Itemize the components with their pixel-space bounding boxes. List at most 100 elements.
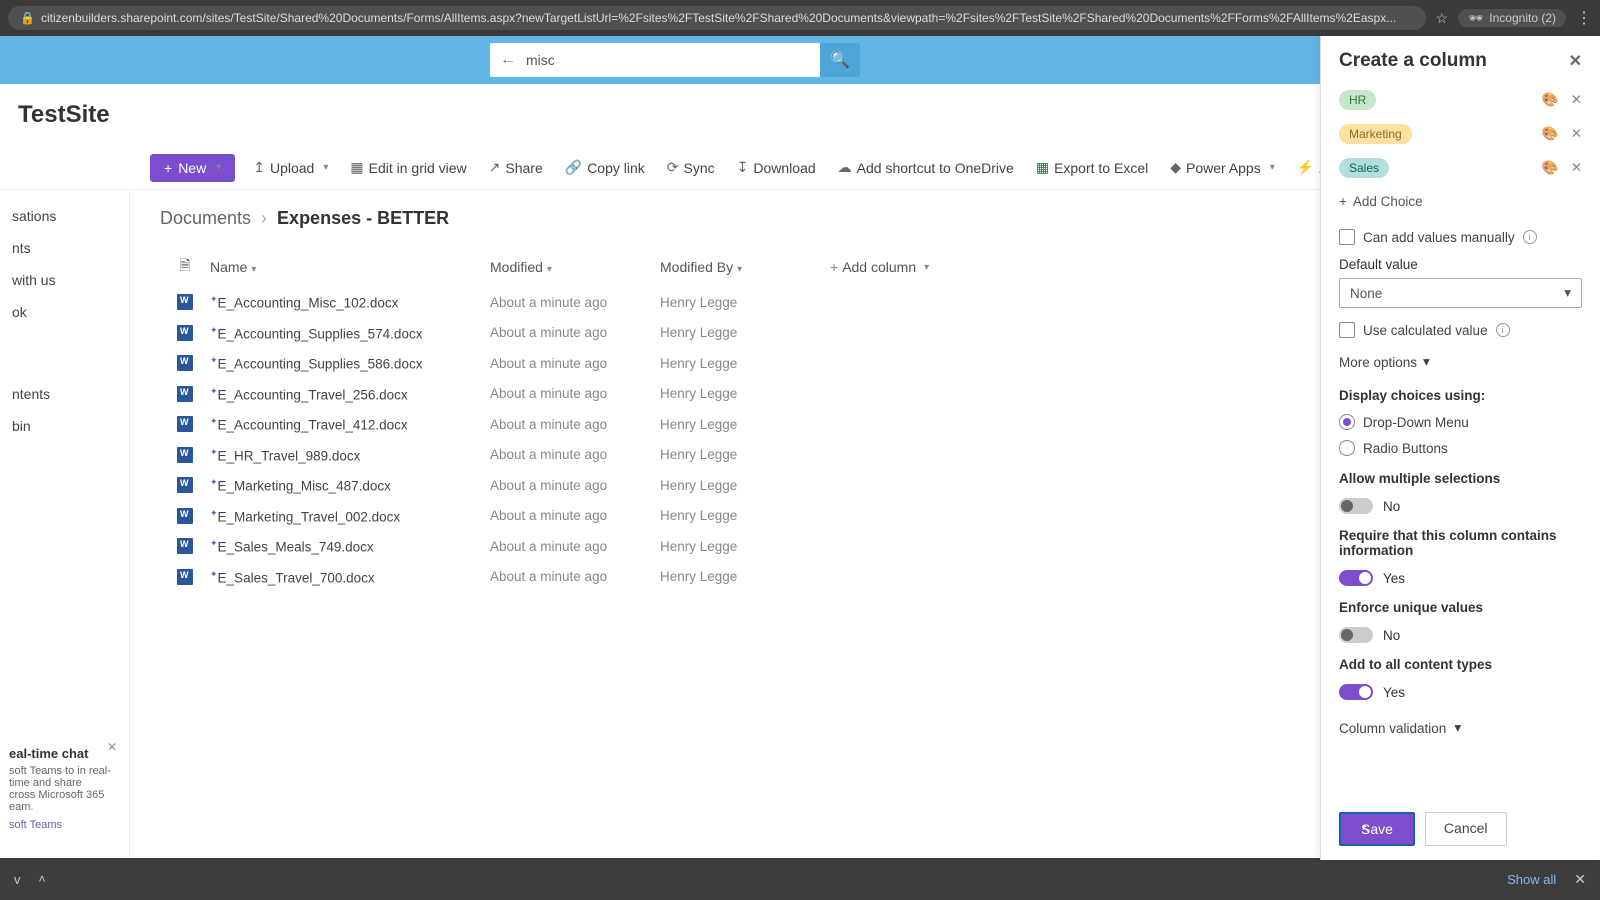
allow-multi-label: Allow multiple selections bbox=[1339, 471, 1582, 486]
choice-chip[interactable]: Marketing bbox=[1339, 124, 1412, 144]
breadcrumb-parent[interactable]: Documents bbox=[160, 208, 251, 229]
name-header-label: Name bbox=[210, 259, 247, 275]
can-add-manually-checkbox[interactable]: Can add values manually i bbox=[1339, 225, 1582, 249]
shortcut-button[interactable]: ☁Add shortcut to OneDrive bbox=[834, 155, 1018, 180]
chat-title: eal-time chat bbox=[9, 746, 111, 761]
modified-cell: About a minute ago bbox=[490, 508, 660, 523]
all-types-toggle[interactable]: Yes bbox=[1339, 680, 1582, 704]
search-input[interactable] bbox=[526, 52, 820, 68]
cancel-button[interactable]: Cancel bbox=[1425, 812, 1507, 846]
choice-chip[interactable]: Sales bbox=[1339, 158, 1389, 178]
cancel-label: Cancel bbox=[1444, 820, 1488, 836]
chevron-down-icon: ▾ bbox=[216, 162, 221, 173]
info-icon[interactable]: i bbox=[1523, 230, 1537, 244]
nav-item[interactable]: ntents bbox=[8, 378, 121, 410]
file-name[interactable]: ✦E_Accounting_Misc_102.docx bbox=[210, 294, 490, 311]
download-button[interactable]: ↧Download bbox=[733, 155, 820, 180]
radio-radio-buttons[interactable]: Radio Buttons bbox=[1339, 437, 1582, 459]
share-button[interactable]: ↗Share bbox=[485, 155, 547, 180]
download-item[interactable]: v bbox=[14, 872, 21, 887]
file-name[interactable]: ✦E_Accounting_Supplies_586.docx bbox=[210, 355, 490, 372]
nav-item[interactable]: nts bbox=[8, 232, 121, 264]
add-column-header[interactable]: +Add column▾ bbox=[830, 259, 980, 275]
require-toggle[interactable]: Yes bbox=[1339, 566, 1582, 590]
chevron-down-icon: ▾ bbox=[737, 264, 742, 275]
site-title[interactable]: TestSite bbox=[18, 101, 110, 129]
palette-icon[interactable]: 🎨 bbox=[1542, 126, 1559, 142]
file-icon: 🗎 bbox=[179, 257, 190, 273]
edit-grid-button[interactable]: ▦Edit in grid view bbox=[346, 155, 470, 180]
close-icon[interactable]: ✕ bbox=[1569, 51, 1582, 71]
modified-by-column-header[interactable]: Modified By ▾ bbox=[660, 259, 830, 275]
save-button[interactable]: Save ↖ bbox=[1339, 812, 1415, 846]
more-options-toggle[interactable]: More options ▾ bbox=[1339, 350, 1582, 374]
nav-item[interactable]: bin bbox=[8, 410, 121, 442]
modified-by-cell[interactable]: Henry Legge bbox=[660, 478, 830, 493]
file-name[interactable]: ✦E_Marketing_Travel_002.docx bbox=[210, 508, 490, 525]
close-icon[interactable]: ✕ bbox=[1574, 871, 1586, 888]
modified-by-cell[interactable]: Henry Legge bbox=[660, 508, 830, 523]
power-apps-button[interactable]: ◆Power Apps▾ bbox=[1166, 155, 1279, 180]
show-all-link[interactable]: Show all bbox=[1507, 872, 1556, 887]
palette-icon[interactable]: 🎨 bbox=[1542, 92, 1559, 108]
radio-buttons-label: Radio Buttons bbox=[1363, 441, 1448, 456]
use-calculated-checkbox[interactable]: Use calculated value i bbox=[1339, 318, 1582, 342]
nav-item[interactable]: sations bbox=[8, 200, 121, 232]
upload-button[interactable]: ↥Upload▾ bbox=[249, 155, 332, 180]
panel-body: HR 🎨 ✕ Marketing 🎨 ✕ Sales 🎨 ✕ + Add Choice Can … bbox=[1321, 86, 1600, 797]
chat-link[interactable]: soft Teams bbox=[9, 819, 111, 831]
modified-by-cell[interactable]: Henry Legge bbox=[660, 569, 830, 584]
modified-column-header[interactable]: Modified▾ bbox=[490, 259, 660, 275]
require-label: Require that this column contains inform… bbox=[1339, 528, 1582, 558]
display-choices-label: Display choices using: bbox=[1339, 388, 1582, 403]
palette-icon[interactable]: 🎨 bbox=[1542, 160, 1559, 176]
modified-by-cell[interactable]: Henry Legge bbox=[660, 356, 830, 371]
file-name[interactable]: ✦E_Accounting_Travel_256.docx bbox=[210, 386, 490, 403]
file-name[interactable]: ✦E_HR_Travel_989.docx bbox=[210, 447, 490, 464]
copy-link-button[interactable]: 🔗Copy link bbox=[561, 155, 649, 180]
modified-by-cell[interactable]: Henry Legge bbox=[660, 447, 830, 462]
word-file-icon bbox=[177, 294, 193, 310]
word-file-icon bbox=[177, 386, 193, 402]
modified-by-cell[interactable]: Henry Legge bbox=[660, 417, 830, 432]
modified-by-cell[interactable]: Henry Legge bbox=[660, 325, 830, 340]
allow-multi-toggle[interactable]: No bbox=[1339, 494, 1582, 518]
grid-icon: ▦ bbox=[350, 159, 363, 176]
sync-button[interactable]: ⟳Sync bbox=[663, 155, 719, 180]
bookmark-star-icon[interactable]: ☆ bbox=[1436, 10, 1449, 27]
close-icon[interactable]: ✕ bbox=[1571, 160, 1582, 176]
nav-item[interactable]: with us bbox=[8, 264, 121, 296]
word-file-icon bbox=[177, 569, 193, 585]
search-button[interactable]: 🔍 bbox=[820, 43, 860, 77]
info-icon[interactable]: i bbox=[1496, 323, 1510, 337]
nav-item[interactable]: ok bbox=[8, 296, 121, 328]
chevron-up-icon[interactable]: ˄ bbox=[39, 872, 46, 886]
file-name[interactable]: ✦E_Sales_Meals_749.docx bbox=[210, 538, 490, 555]
modified-by-cell[interactable]: Henry Legge bbox=[660, 386, 830, 401]
name-column-header[interactable]: Name▾ bbox=[210, 259, 490, 275]
search-back-icon[interactable]: ← bbox=[490, 51, 526, 69]
file-type-header[interactable]: 🗎 bbox=[160, 255, 210, 279]
checkbox-icon bbox=[1339, 229, 1355, 245]
close-icon[interactable]: ✕ bbox=[1571, 126, 1582, 142]
file-name[interactable]: ✦E_Sales_Travel_700.docx bbox=[210, 569, 490, 586]
incognito-badge[interactable]: 🕶 Incognito (2) bbox=[1458, 9, 1566, 27]
close-icon[interactable]: ✕ bbox=[107, 740, 117, 754]
default-value-select[interactable]: None ▾ bbox=[1339, 278, 1582, 308]
modified-by-header-label: Modified By bbox=[660, 259, 733, 275]
add-choice-button[interactable]: + Add Choice bbox=[1339, 188, 1582, 215]
unique-toggle[interactable]: No bbox=[1339, 623, 1582, 647]
modified-by-cell[interactable]: Henry Legge bbox=[660, 295, 830, 310]
file-name[interactable]: ✦E_Accounting_Supplies_574.docx bbox=[210, 325, 490, 342]
file-name[interactable]: ✦E_Marketing_Misc_487.docx bbox=[210, 477, 490, 494]
new-button[interactable]: + New ▾ bbox=[150, 154, 235, 182]
url-field[interactable]: 🔒 citizenbuilders.sharepoint.com/sites/T… bbox=[8, 6, 1426, 30]
radio-dropdown-menu[interactable]: Drop-Down Menu bbox=[1339, 411, 1582, 433]
modified-by-cell[interactable]: Henry Legge bbox=[660, 539, 830, 554]
file-name[interactable]: ✦E_Accounting_Travel_412.docx bbox=[210, 416, 490, 433]
column-validation-toggle[interactable]: Column validation ▾ bbox=[1339, 714, 1582, 742]
export-excel-button[interactable]: ▦Export to Excel bbox=[1032, 155, 1152, 180]
close-icon[interactable]: ✕ bbox=[1571, 92, 1582, 108]
choice-chip[interactable]: HR bbox=[1339, 90, 1376, 110]
chrome-menu-icon[interactable]: ⋮ bbox=[1576, 8, 1592, 28]
